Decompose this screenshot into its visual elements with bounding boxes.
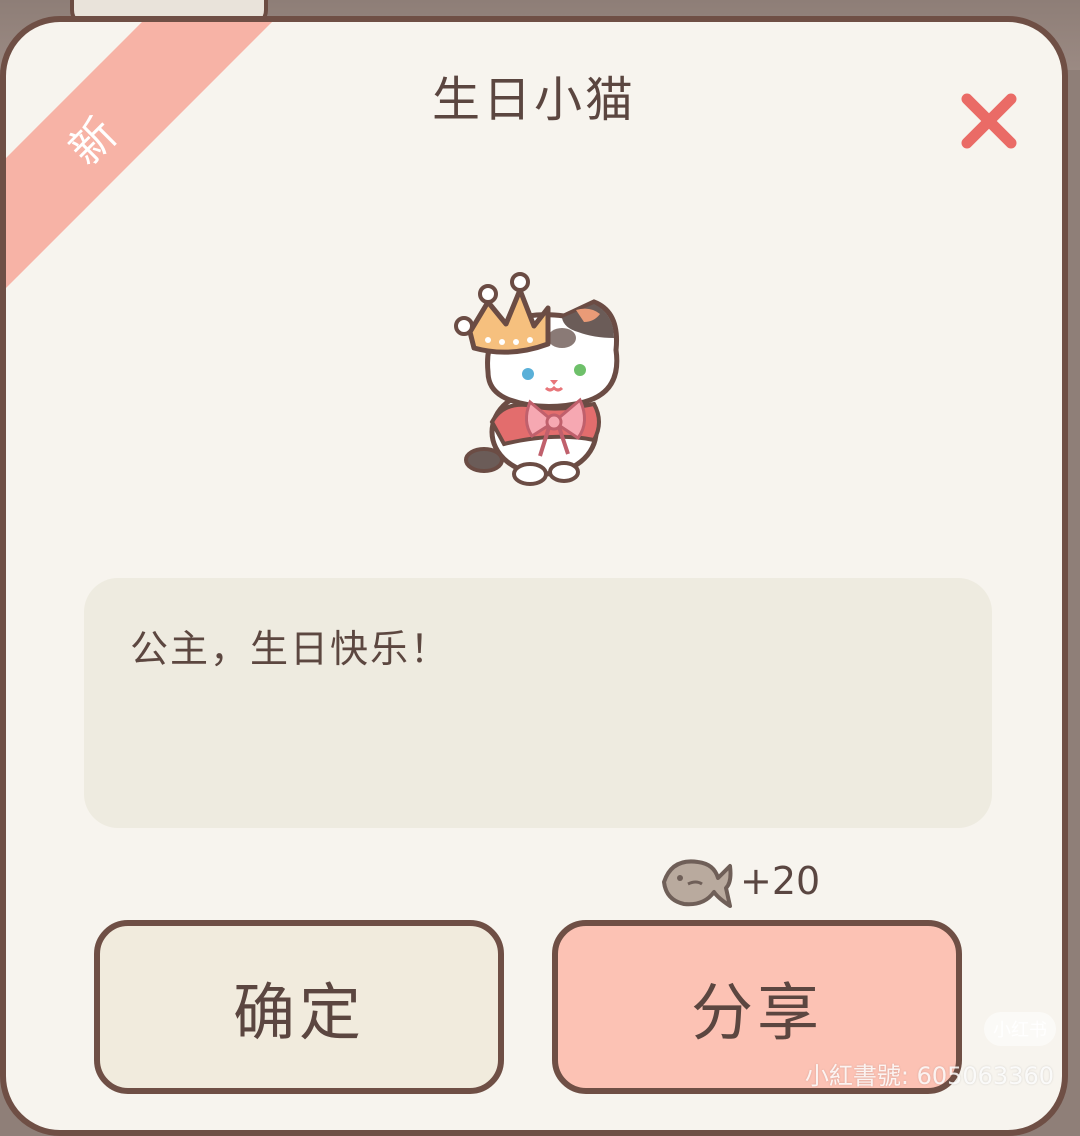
close-button[interactable]: [950, 82, 1028, 160]
new-cat-dialog: 新 生日小猫 公主，生日快乐！ +20 确定 分享: [0, 16, 1068, 1136]
reward-amount: +20: [740, 859, 821, 903]
cat-illustration: [454, 272, 620, 486]
confirm-button[interactable]: 确定: [94, 920, 504, 1094]
message-box: 公主，生日快乐！: [84, 578, 992, 828]
fish-icon: [662, 859, 733, 908]
watermark-badge: 小红书: [984, 1012, 1056, 1046]
dialog-title: 生日小猫: [431, 72, 636, 128]
close-x-icon: [961, 93, 1017, 149]
reward: +20: [658, 846, 820, 916]
watermark-text: 小紅書號: 605063360: [804, 1062, 1054, 1090]
message-text: 公主，生日快乐！: [130, 627, 451, 671]
